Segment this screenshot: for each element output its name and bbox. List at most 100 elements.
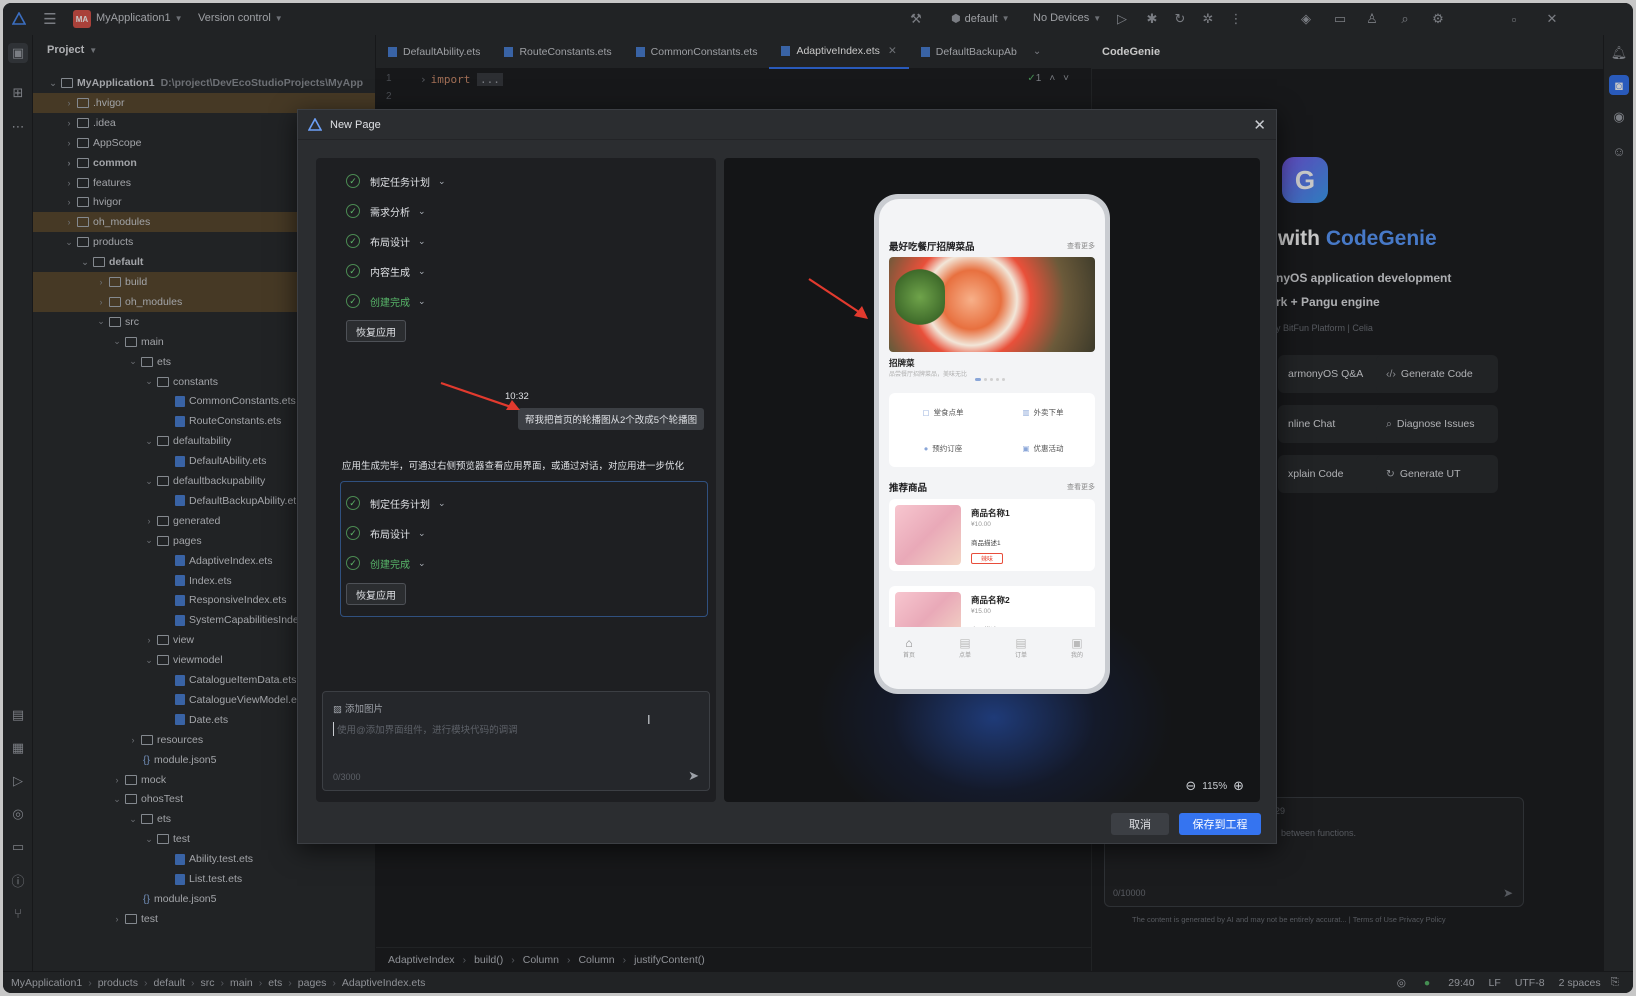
reservation-icon: ● — [923, 443, 929, 453]
zoom-in-icon[interactable]: ⊕ — [1233, 778, 1244, 794]
task-step[interactable]: ✓ 制定任务计划 ⌄ — [346, 171, 446, 191]
new-page-dialog: New Page ✕ ✓ 制定任务计划 ⌄ ✓ 需求分析 ⌄ ✓ 布局设计 ⌄ ✓ 内容生成 ⌄ ✓ 创建… — [297, 109, 1277, 844]
service-reservation[interactable]: ● 预约订座 — [893, 435, 993, 461]
view-more-link[interactable]: 查看更多 — [1067, 482, 1095, 492]
task-step[interactable]: ✓ 创建完成 ⌄ — [346, 291, 426, 311]
button-label: 恢复应用 — [356, 327, 396, 339]
nav-orders[interactable]: ▤ 订单 — [1011, 636, 1031, 659]
text-cursor-icon: I — [647, 712, 651, 727]
product-price: ¥10.00 — [971, 521, 991, 528]
dine-in-icon: ▢ — [922, 407, 930, 417]
chat-panel: ✓ 制定任务计划 ⌄ ✓ 需求分析 ⌄ ✓ 布局设计 ⌄ ✓ 内容生成 ⌄ ✓ 创建完成 ⌄ 恢复应用 10… — [316, 158, 716, 802]
close-icon[interactable]: ✕ — [1253, 116, 1266, 134]
carousel-dot — [1002, 378, 1005, 381]
chevron-down-icon[interactable]: ⌄ — [418, 266, 426, 277]
restore-app-button-2[interactable]: 恢复应用 — [346, 583, 406, 605]
chevron-down-icon[interactable]: ⌄ — [418, 296, 426, 307]
dialog-title: New Page — [330, 118, 381, 131]
carousel-dot — [984, 378, 987, 381]
phone-screen[interactable]: 最好吃餐厅招牌菜品 查看更多 招牌菜 品尝餐厅招牌菜品，美味无比 ▢ 堂食点单 ▥… — [879, 199, 1105, 689]
task-step[interactable]: ✓ 内容生成 ⌄ — [346, 261, 426, 281]
user-message-bubble: 帮我把首页的轮播图从2个改成5个轮播图 — [518, 408, 705, 430]
task-step-label: 布局设计 — [370, 237, 410, 249]
save-to-project-button[interactable]: 保存到工程 — [1179, 813, 1261, 835]
restore-app-button[interactable]: 恢复应用 — [346, 320, 406, 342]
cancel-button[interactable]: 取消 — [1111, 813, 1169, 835]
banner-description: 品尝餐厅招牌菜品，美味无比 — [889, 372, 968, 378]
check-circle-icon: ✓ — [346, 496, 360, 510]
product-name: 商品名称1 — [971, 508, 1010, 518]
send-icon[interactable]: ➤ — [688, 768, 699, 784]
nav-label: 首页 — [902, 653, 915, 659]
signature-dishes-heading: 最好吃餐厅招牌菜品 — [889, 242, 975, 253]
add-image-button[interactable]: ▨ 添加图片 — [333, 701, 383, 715]
takeout-icon: ▥ — [1022, 407, 1030, 417]
service-label: 优惠活动 — [1033, 443, 1064, 453]
phone-frame: 最好吃餐厅招牌菜品 查看更多 招牌菜 品尝餐厅招牌菜品，美味无比 ▢ 堂食点单 ▥… — [874, 194, 1110, 694]
banner-herb — [895, 267, 945, 327]
user-message-text: 帮我把首页的轮播图从2个改成5个轮播图 — [525, 415, 698, 426]
check-circle-icon: ✓ — [346, 234, 360, 248]
carousel-indicator[interactable] — [975, 378, 1005, 381]
nav-label: 我的 — [1070, 653, 1083, 659]
annotation-arrow — [808, 278, 868, 319]
service-takeout[interactable]: ▥ 外卖下单 — [993, 399, 1093, 425]
button-label: 恢复应用 — [356, 590, 396, 602]
nav-label: 点单 — [958, 653, 971, 659]
button-label: 保存到工程 — [1192, 819, 1248, 831]
nav-home[interactable]: ⌂ 首页 — [899, 636, 919, 659]
image-icon: ▨ — [333, 704, 342, 715]
menu-icon: ▤ — [959, 636, 971, 650]
placeholder-text: 使用@添加界面组件，进行模块代码的调调 — [337, 725, 518, 736]
check-circle-icon: ✓ — [346, 174, 360, 188]
task-step[interactable]: ✓ 需求分析 ⌄ — [346, 201, 426, 221]
task-step[interactable]: ✓ 布局设计 ⌄ — [346, 231, 426, 251]
view-more-link[interactable]: 查看更多 — [1067, 241, 1095, 251]
annotation-arrow — [440, 381, 520, 410]
chevron-down-icon[interactable]: ⌄ — [438, 176, 446, 187]
product-price: ¥15.00 — [971, 608, 991, 615]
chevron-down-icon[interactable]: ⌄ — [418, 528, 426, 539]
product-description: 商品描述1 — [971, 540, 1001, 547]
app-previewer: 最好吃餐厅招牌菜品 查看更多 招牌菜 品尝餐厅招牌菜品，美味无比 ▢ 堂食点单 ▥… — [724, 158, 1260, 802]
carousel-dot-active — [975, 378, 981, 381]
product-card[interactable]: 商品名称1 ¥10.00 商品描述1 辣味 — [889, 499, 1095, 571]
chat-input-placeholder[interactable]: 使用@添加界面组件，进行模块代码的调调 — [333, 722, 518, 736]
zoom-level: 115% — [1202, 780, 1228, 792]
add-image-label: 添加图片 — [344, 704, 383, 715]
carousel-dot — [996, 378, 999, 381]
chevron-down-icon[interactable]: ⌄ — [418, 236, 426, 247]
chevron-down-icon[interactable]: ⌄ — [438, 498, 446, 509]
recommended-heading: 推荐商品 — [889, 483, 928, 494]
service-promotions[interactable]: ▣ 优惠活动 — [993, 435, 1093, 461]
task-step-label: 制定任务计划 — [370, 177, 430, 189]
profile-icon: ▣ — [1071, 636, 1083, 650]
task-step-label: 需求分析 — [370, 207, 410, 219]
chevron-down-icon[interactable]: ⌄ — [418, 558, 426, 569]
home-icon: ⌂ — [905, 636, 913, 650]
banner-carousel[interactable] — [889, 257, 1095, 352]
task-step[interactable]: ✓ 布局设计 ⌄ — [346, 523, 426, 543]
button-label: 取消 — [1129, 819, 1151, 831]
banner-title: 招牌菜 — [889, 358, 915, 368]
orders-icon: ▤ — [1015, 636, 1027, 650]
zoom-out-icon[interactable]: ⊖ — [1185, 778, 1196, 794]
task-step-label: 创建完成 — [370, 297, 410, 309]
task-step[interactable]: ✓ 创建完成 ⌄ — [346, 553, 426, 573]
nav-profile[interactable]: ▣ 我的 — [1067, 636, 1087, 659]
service-dine-in[interactable]: ▢ 堂食点单 — [893, 399, 993, 425]
service-label: 预约订座 — [932, 443, 963, 453]
service-label: 外卖下单 — [1033, 407, 1064, 417]
nav-menu[interactable]: ▤ 点单 — [955, 636, 975, 659]
product-image — [895, 505, 961, 565]
assistant-result-text: 应用生成完毕，可通过右侧预览器查看应用界面，或通过对话，对应用进一步优化 — [342, 461, 685, 472]
service-label: 堂食点单 — [933, 407, 964, 417]
check-circle-icon: ✓ — [346, 556, 360, 570]
task-step-label: 内容生成 — [370, 267, 410, 279]
dialog-header: New Page ✕ — [298, 110, 1276, 140]
chat-input-box[interactable]: ▨ 添加图片 使用@添加界面组件，进行模块代码的调调 I 0/3000 ➤ — [322, 691, 710, 791]
chevron-down-icon[interactable]: ⌄ — [418, 206, 426, 217]
task-step[interactable]: ✓ 制定任务计划 ⌄ — [346, 493, 446, 513]
carousel-dot — [990, 378, 993, 381]
check-circle-icon: ✓ — [346, 294, 360, 308]
